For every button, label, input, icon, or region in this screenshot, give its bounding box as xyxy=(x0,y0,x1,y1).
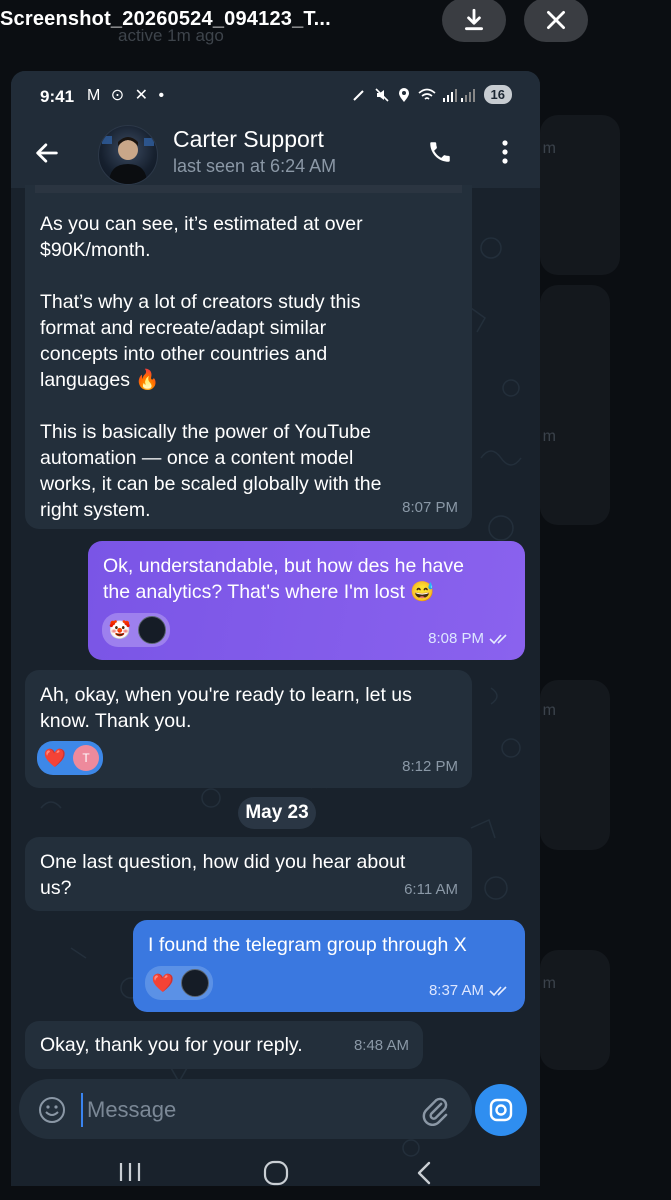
forwarded-image-edge xyxy=(35,185,462,193)
home-icon[interactable] xyxy=(263,1160,289,1186)
viewer-toolbar: active 1m ago Screenshot_20260524_094123… xyxy=(0,0,671,50)
close-button[interactable] xyxy=(524,0,588,42)
message-bubble-incoming[interactable]: One last question, how did you hear abou… xyxy=(25,837,472,911)
message-text: Ok, understandable, but how des he have … xyxy=(103,555,464,603)
file-name: Screenshot_20260524_094123_T... xyxy=(0,8,331,30)
paperclip-icon[interactable] xyxy=(420,1094,450,1126)
message-bubble-incoming[interactable]: Ah, okay, when you're ready to learn, le… xyxy=(25,670,472,788)
phone-screen: 9:41 M ⊙ ✕ • 16 Carter Support last seen… xyxy=(11,71,540,1186)
message-bubble-outgoing[interactable]: I found the telegram group through X ❤️ … xyxy=(133,920,525,1012)
reaction-pill[interactable]: 🤡 xyxy=(102,613,170,647)
double-check-icon xyxy=(489,986,507,997)
background-panel xyxy=(540,950,610,1070)
status-time: 9:41 xyxy=(40,87,75,106)
heart-reaction-icon: ❤️ xyxy=(151,973,175,993)
system-navigation-bar xyxy=(0,1142,671,1200)
heart-reaction-icon: ❤️ xyxy=(43,748,67,768)
message-bubble-incoming[interactable]: Okay, thank you for your reply. 8:48 AM xyxy=(25,1021,423,1069)
reaction-pill[interactable]: ❤️ T xyxy=(37,741,103,775)
message-text: One last question, how did you hear abou… xyxy=(40,851,406,899)
background-panel xyxy=(540,285,610,525)
message-time: 8:08 PM xyxy=(428,630,484,647)
download-button[interactable] xyxy=(442,0,506,42)
pen-icon xyxy=(352,89,364,101)
reactor-avatar: T xyxy=(73,745,99,771)
reactor-avatar xyxy=(138,616,166,644)
chat-header: Carter Support last seen at 6:24 AM xyxy=(11,119,540,188)
reaction-pill[interactable]: ❤️ xyxy=(145,966,213,1000)
notification-icons: M ⊙ ✕ • xyxy=(87,87,168,104)
signal-icon xyxy=(442,88,475,102)
message-bubble-incoming[interactable]: As you can see, it’s estimated at over $… xyxy=(25,185,472,529)
last-seen-status: last seen at 6:24 AM xyxy=(173,156,337,176)
double-check-icon xyxy=(489,634,507,645)
message-time: 8:07 PM xyxy=(402,499,458,516)
more-options-icon[interactable] xyxy=(495,137,515,167)
system-icons: 16 xyxy=(351,85,512,104)
background-panel xyxy=(540,115,620,275)
back-nav-icon[interactable] xyxy=(414,1160,434,1186)
message-time: 8:48 AM xyxy=(353,1037,409,1054)
avatar-person-icon xyxy=(102,136,154,184)
message-bubble-outgoing[interactable]: Ok, understandable, but how des he have … xyxy=(88,541,525,660)
emoji-icon[interactable] xyxy=(37,1095,67,1125)
date-separator: May 23 xyxy=(238,797,316,829)
contact-avatar[interactable] xyxy=(98,125,158,185)
message-time: 6:11 AM xyxy=(404,881,458,898)
location-icon xyxy=(398,87,409,102)
message-composer xyxy=(19,1079,472,1139)
message-time: 8:12 PM xyxy=(402,758,458,775)
message-time: 8:37 AM xyxy=(428,982,484,999)
message-input[interactable] xyxy=(81,1093,389,1127)
clown-reaction-icon: 🤡 xyxy=(108,620,132,640)
camera-icon xyxy=(489,1098,513,1122)
camera-button[interactable] xyxy=(475,1084,527,1136)
back-arrow-icon[interactable] xyxy=(33,139,61,167)
recent-apps-icon[interactable] xyxy=(117,1160,143,1184)
status-bar: 9:41 M ⊙ ✕ • 16 xyxy=(11,71,540,119)
close-icon xyxy=(547,11,565,29)
wifi-icon xyxy=(418,88,436,100)
message-time-status: 8:08 PM xyxy=(428,626,511,652)
message-time-status: 8:37 AM xyxy=(429,978,511,1004)
message-text: Ah, okay, when you're ready to learn, le… xyxy=(40,684,412,732)
message-text: As you can see, it’s estimated at over $… xyxy=(40,213,382,521)
battery-indicator: 16 xyxy=(483,85,512,104)
mute-icon xyxy=(374,87,389,102)
message-text: I found the telegram group through X xyxy=(148,934,467,956)
reactor-avatar xyxy=(181,969,209,997)
phone-call-icon[interactable] xyxy=(427,138,453,166)
contact-name[interactable]: Carter Support xyxy=(173,126,324,153)
message-text: Okay, thank you for your reply. xyxy=(40,1034,303,1056)
download-icon xyxy=(465,8,483,31)
